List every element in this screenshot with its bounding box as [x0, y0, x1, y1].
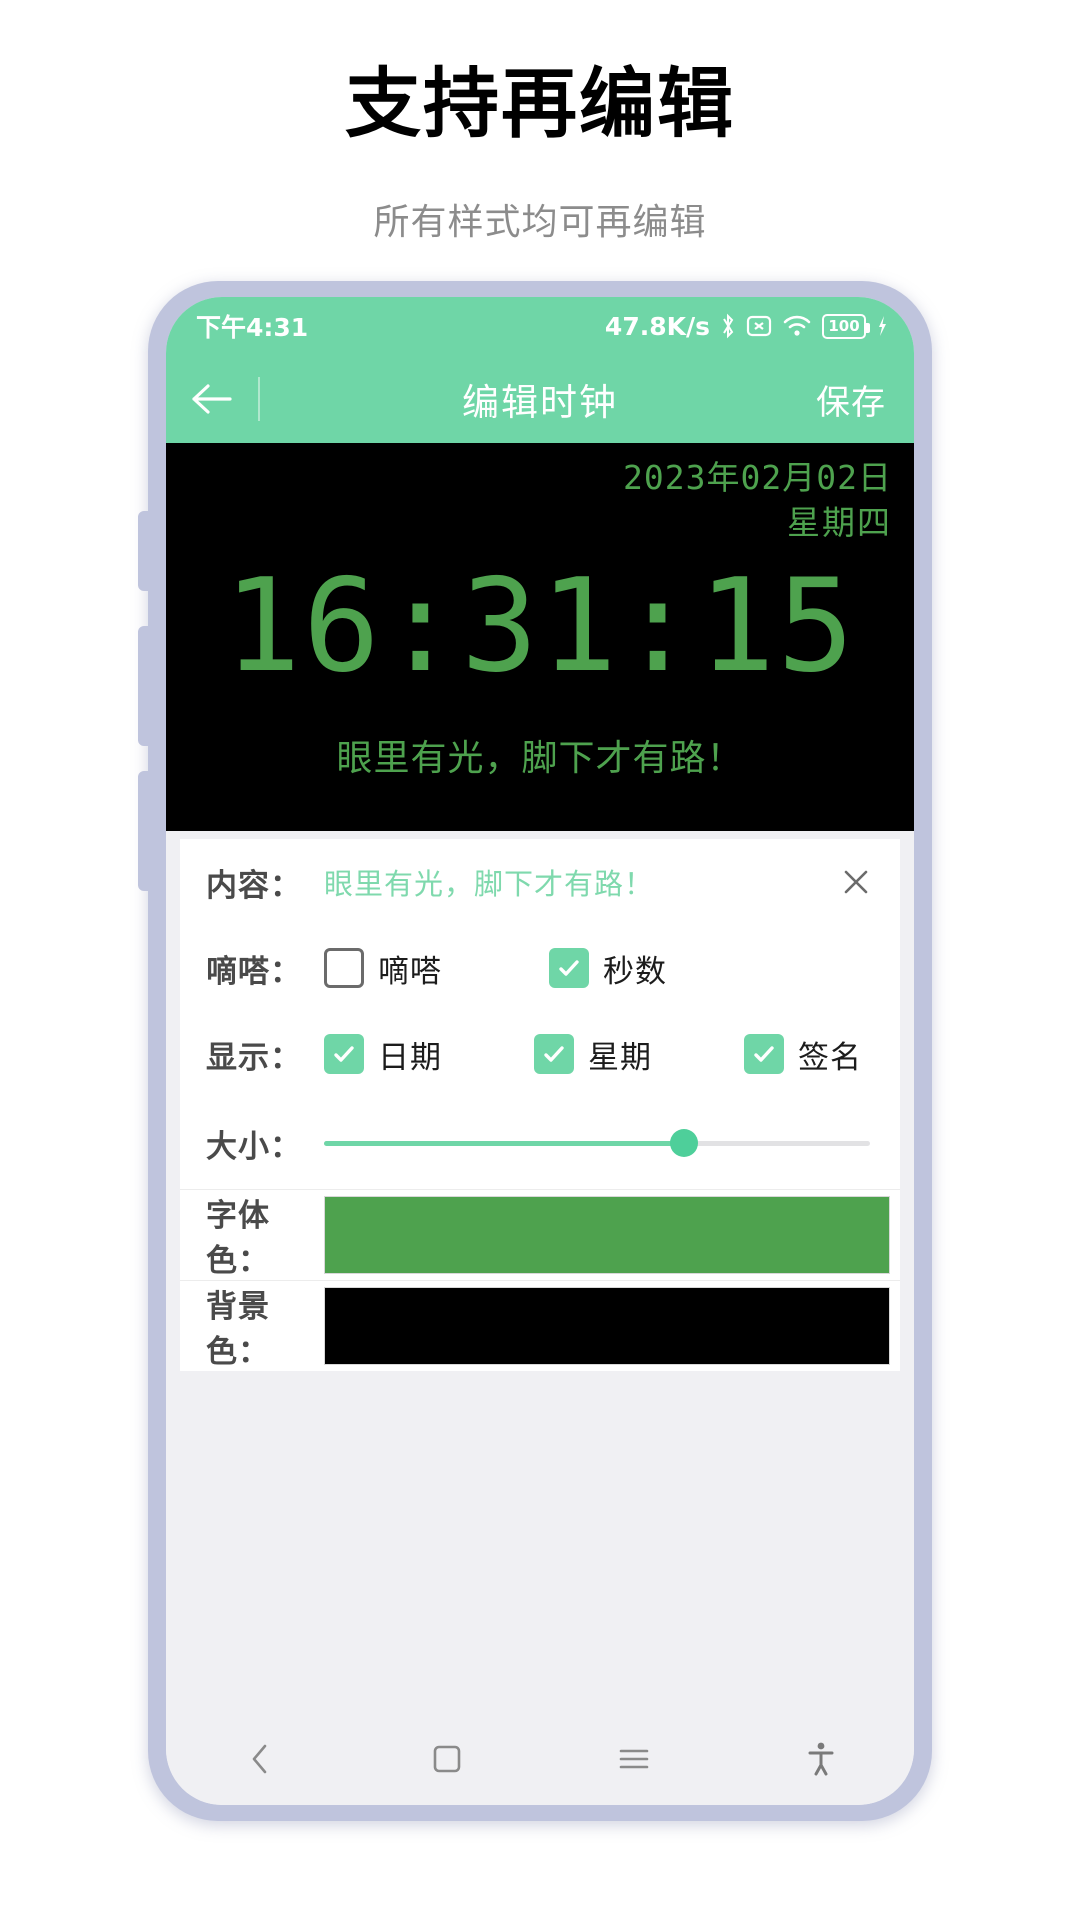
tick-label: 嘀嗒： [206, 953, 302, 990]
content-label: 内容： [206, 867, 302, 904]
checkbox-label: 嘀嗒 [378, 953, 442, 990]
nav-back-button[interactable] [200, 1713, 320, 1805]
font-color-swatch[interactable] [324, 1196, 890, 1274]
battery-level-label: 100 [828, 317, 860, 335]
page-subtitle: 所有样式均可再编辑 [373, 202, 707, 243]
settings-row-display: 显示： 日期 星期 签名 [180, 1011, 900, 1097]
app-bar-divider [258, 377, 260, 421]
status-bar-clock: 下午4:31 [196, 313, 309, 342]
settings-area: 内容： 眼里有光，脚下才有路！ 嘀嗒： 嘀嗒 秒数 显示： 日期 星期 签名 大… [166, 831, 914, 1713]
settings-row-background-color: 背景色： [180, 1280, 900, 1371]
network-speed-label: 47.8K/s [604, 311, 710, 341]
settings-row-size: 大小： [180, 1097, 900, 1189]
checkbox-box[interactable] [549, 948, 589, 988]
font-color-label: 字体色： [206, 1198, 270, 1279]
size-slider[interactable] [324, 1123, 870, 1163]
phone-side-button-1 [138, 511, 149, 591]
clear-content-button[interactable] [830, 856, 882, 908]
phone-side-button-2 [138, 626, 149, 746]
system-nav-bar [166, 1713, 914, 1805]
battery-icon: 100 [822, 313, 870, 339]
checkbox-display-date[interactable]: 日期 [324, 1032, 534, 1077]
check-icon [754, 1046, 774, 1062]
check-icon [544, 1046, 564, 1062]
status-bar: 下午4:31 47.8K/s 100 [166, 297, 914, 355]
checkbox-box[interactable] [744, 1034, 784, 1074]
chevron-left-icon [252, 1744, 266, 1774]
phone-screen: 下午4:31 47.8K/s 100 编辑时钟 保存 2023年02月02日 星… [166, 297, 914, 1805]
check-icon [334, 1046, 354, 1062]
settings-row-font-color: 字体色： [180, 1189, 900, 1280]
app-bar: 编辑时钟 保存 [166, 355, 914, 443]
app-bar-title: 编辑时钟 [462, 381, 618, 424]
status-bar-icons: 47.8K/s 100 [605, 312, 888, 341]
clock-date: 2023年02月02日 [623, 458, 892, 497]
page-title: 支持再编辑 [345, 59, 735, 148]
clock-time: 16:31:15 [223, 552, 857, 702]
charging-bolt-icon [876, 314, 888, 338]
settings-row-content: 内容： 眼里有光，脚下才有路！ [180, 839, 900, 925]
settings-card: 内容： 眼里有光，脚下才有路！ 嘀嗒： 嘀嗒 秒数 显示： 日期 星期 签名 大… [180, 839, 900, 1371]
clock-signature: 眼里有光，脚下才有路！ [336, 738, 744, 780]
phone-mockup-frame: 下午4:31 47.8K/s 100 编辑时钟 保存 2023年02月02日 星… [138, 281, 932, 1821]
close-icon [844, 870, 868, 894]
size-label: 大小： [206, 1128, 302, 1165]
square-home-icon [433, 1745, 460, 1773]
hamburger-recents-icon [619, 1749, 648, 1769]
back-arrow-icon [192, 384, 232, 414]
background-color-swatch[interactable] [324, 1287, 890, 1365]
clock-weekday: 星期四 [787, 503, 892, 543]
wifi-icon [782, 314, 812, 338]
background-color-label: 背景色： [206, 1289, 270, 1370]
x-box-icon [746, 314, 772, 338]
phone-side-button-3 [138, 771, 149, 891]
checkbox-tick-ticktock[interactable]: 嘀嗒 [324, 946, 549, 991]
checkbox-box[interactable] [534, 1034, 574, 1074]
back-button[interactable] [166, 355, 258, 443]
checkbox-label: 签名 [798, 1039, 862, 1076]
checkbox-label: 秒数 [603, 953, 667, 990]
nav-home-button[interactable] [387, 1713, 507, 1805]
nav-recents-button[interactable] [574, 1713, 694, 1805]
accessibility-person-icon [808, 1742, 833, 1776]
checkbox-label: 日期 [378, 1039, 442, 1076]
settings-row-tick: 嘀嗒： 嘀嗒 秒数 [180, 925, 900, 1011]
content-value[interactable]: 眼里有光，脚下才有路！ [324, 861, 830, 903]
tick-options: 嘀嗒 秒数 [324, 946, 667, 991]
check-icon [559, 960, 579, 976]
clock-preview[interactable]: 2023年02月02日 星期四 16:31:15 眼里有光，脚下才有路！ [166, 443, 914, 831]
display-label: 显示： [206, 1039, 302, 1076]
checkbox-label: 星期 [588, 1039, 652, 1076]
slider-thumb[interactable] [670, 1129, 699, 1157]
nav-accessibility-button[interactable] [761, 1713, 881, 1805]
bluetooth-icon [720, 313, 736, 339]
checkbox-display-signature[interactable]: 签名 [744, 1032, 914, 1077]
checkbox-tick-seconds[interactable]: 秒数 [549, 946, 667, 991]
display-options: 日期 星期 签名 [324, 1032, 914, 1077]
promo-page: 支持再编辑 所有样式均可再编辑 下午4:31 47.8K/s 100 编辑时钟 … [0, 0, 1080, 1920]
save-button[interactable]: 保存 [816, 375, 886, 424]
slider-fill [324, 1140, 685, 1146]
checkbox-display-weekday[interactable]: 星期 [534, 1032, 744, 1077]
checkbox-box[interactable] [324, 948, 364, 988]
checkbox-box[interactable] [324, 1034, 364, 1074]
